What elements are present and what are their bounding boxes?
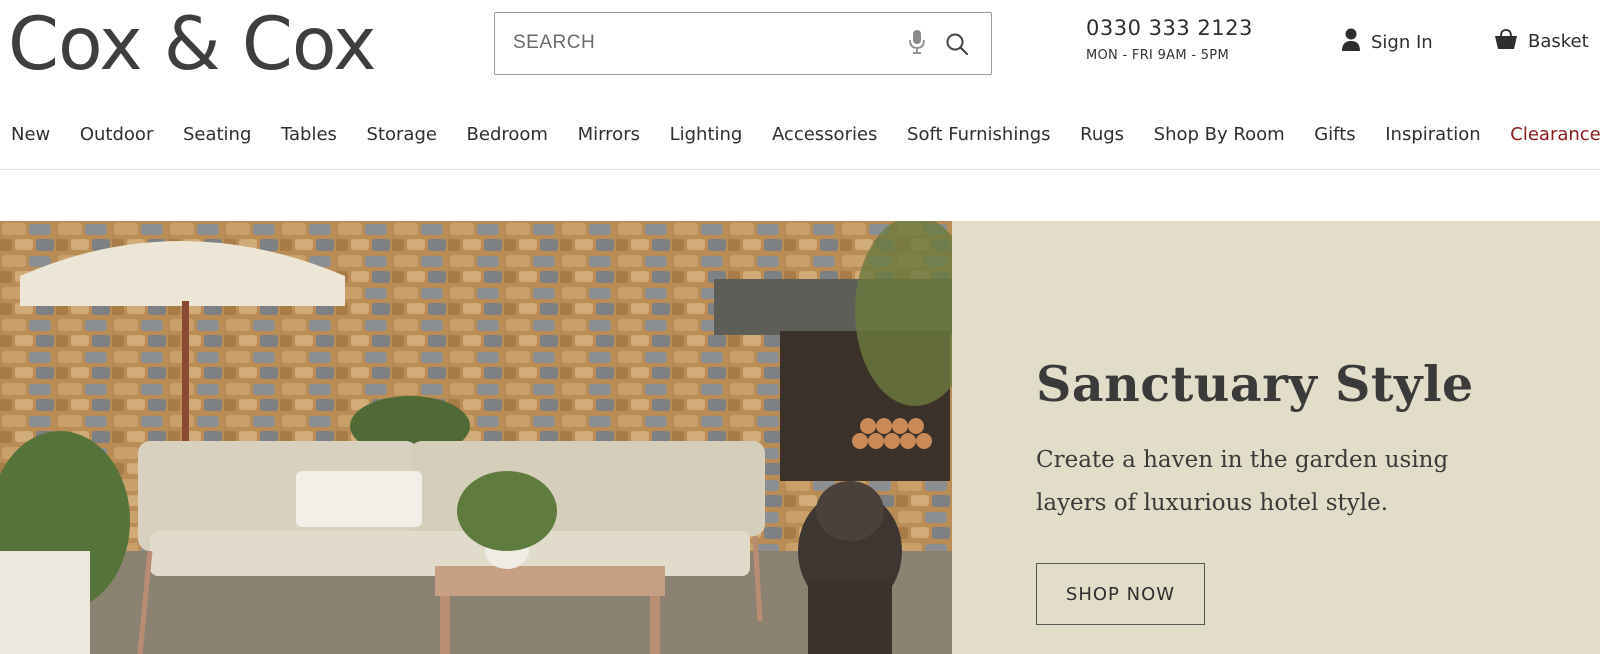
- nav-item-new[interactable]: New: [11, 124, 50, 145]
- sign-in-label: Sign In: [1371, 32, 1433, 53]
- nav-item-shop-by-room[interactable]: Shop By Room: [1154, 124, 1285, 145]
- hero-image[interactable]: [0, 221, 952, 654]
- hero-banner: Sanctuary Style Create a haven in the ga…: [0, 221, 1600, 654]
- nav-item-inspiration[interactable]: Inspiration: [1385, 124, 1480, 145]
- opening-hours: MON - FRI 9AM - 5PM: [1086, 48, 1229, 63]
- basket-link[interactable]: Basket: [1494, 28, 1589, 55]
- basket-label: Basket: [1528, 31, 1589, 52]
- user-icon: [1341, 28, 1361, 57]
- nav-item-gifts[interactable]: Gifts: [1314, 124, 1355, 145]
- nav-item-clearance[interactable]: Clearance: [1510, 124, 1600, 145]
- nav-item-bedroom[interactable]: Bedroom: [467, 124, 548, 145]
- nav-item-soft-furnishings[interactable]: Soft Furnishings: [907, 124, 1051, 145]
- basket-icon: [1494, 28, 1518, 55]
- nav-item-outdoor[interactable]: Outdoor: [80, 124, 154, 145]
- nav-item-seating[interactable]: Seating: [183, 124, 251, 145]
- nav-item-mirrors[interactable]: Mirrors: [578, 124, 640, 145]
- nav-item-lighting[interactable]: Lighting: [670, 124, 743, 145]
- nav-item-storage[interactable]: Storage: [367, 124, 437, 145]
- shop-now-button[interactable]: SHOP NOW: [1036, 563, 1205, 625]
- microphone-icon[interactable]: [907, 29, 927, 60]
- nav-item-accessories[interactable]: Accessories: [772, 124, 878, 145]
- main-nav: New Outdoor Seating Tables Storage Bedro…: [0, 110, 1600, 170]
- sign-in-link[interactable]: Sign In: [1341, 28, 1433, 57]
- hero-title: Sanctuary Style: [1036, 355, 1474, 413]
- nav-item-rugs[interactable]: Rugs: [1080, 124, 1124, 145]
- search-input[interactable]: [513, 13, 893, 73]
- hero-subtitle: Create a haven in the garden using layer…: [1036, 447, 1449, 516]
- site-header: Cox & Cox 0330 333 2123 MON - FRI 9AM - …: [0, 0, 1600, 100]
- phone-number[interactable]: 0330 333 2123: [1086, 16, 1253, 40]
- search-icon[interactable]: [945, 32, 969, 61]
- site-logo[interactable]: Cox & Cox: [8, 2, 377, 88]
- hero-text-panel: Sanctuary Style Create a haven in the ga…: [952, 221, 1600, 654]
- nav-item-tables[interactable]: Tables: [281, 124, 337, 145]
